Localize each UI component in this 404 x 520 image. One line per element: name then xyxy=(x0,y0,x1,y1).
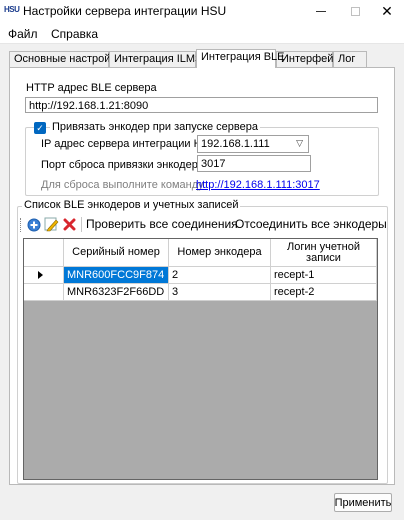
row-header[interactable] xyxy=(24,284,64,301)
grid-header: Серийный номер Номер энкодера Логин учет… xyxy=(24,239,377,267)
close-button[interactable]: ✕ xyxy=(370,0,404,22)
row-pointer-icon xyxy=(38,271,43,279)
check-all-connections-button[interactable]: Проверить все соединения xyxy=(86,217,238,231)
menu-bar: Файл Справка xyxy=(0,22,404,44)
minimize-icon xyxy=(316,10,326,12)
http-address-label: HTTP адрес BLE сервера xyxy=(26,82,157,94)
reset-link[interactable]: http://192.168.1.111:3017 xyxy=(196,179,320,191)
toolbar-separator xyxy=(81,217,82,232)
minimize-button[interactable] xyxy=(304,0,338,22)
cell-login[interactable]: recept-1 xyxy=(271,267,377,284)
grid-corner-header xyxy=(24,239,64,267)
chevron-down-icon: ▽ xyxy=(296,138,303,148)
tab-ble-integration[interactable]: Интеграция BLE xyxy=(196,49,285,68)
cell-encoder[interactable]: 3 xyxy=(169,284,271,301)
table-row[interactable]: MNR600FCC9F874 2 recept-1 xyxy=(24,267,377,284)
cell-serial[interactable]: MNR6323F2F66DD xyxy=(64,284,169,301)
hsu-ip-label: IP адрес сервера интеграции HSU xyxy=(41,138,217,150)
menu-file[interactable]: Файл xyxy=(8,27,38,41)
encoder-toolbar: Проверить все соединения Отсоединить все… xyxy=(18,215,387,235)
column-header-login[interactable]: Логин учетной записи xyxy=(271,239,377,267)
row-header[interactable] xyxy=(24,267,64,284)
maximize-icon xyxy=(350,6,360,16)
delete-button[interactable] xyxy=(61,216,78,233)
reset-hint-label: Для сброса выполните команду: xyxy=(41,179,207,191)
encoder-list-title: Список BLE энкодеров и учетных записей xyxy=(22,199,241,211)
reset-port-label: Порт сброса привязки энкодера: xyxy=(41,159,207,171)
window-title: Настройки сервера интеграции HSU xyxy=(23,4,227,18)
toolbar-grip xyxy=(20,218,22,232)
add-icon xyxy=(27,218,40,231)
cell-encoder[interactable]: 2 xyxy=(169,267,271,284)
tab-log[interactable]: Лог xyxy=(333,51,367,67)
tab-interface[interactable]: Интерфейс xyxy=(276,51,339,67)
hsu-ip-value: 192.168.1.111 xyxy=(201,138,270,150)
disconnect-all-encoders-button[interactable]: Отсоединить все энкодеры xyxy=(235,217,387,231)
apply-button[interactable]: Применить xyxy=(334,493,392,512)
table-row[interactable]: MNR6323F2F66DD 3 recept-2 xyxy=(24,284,377,301)
tab-ilms-integration[interactable]: Интеграция ILMS xyxy=(109,51,202,67)
column-header-encoder[interactable]: Номер энкодера xyxy=(169,239,271,267)
edit-button[interactable] xyxy=(43,216,60,233)
tab-main-settings[interactable]: Основные настройки xyxy=(9,51,121,67)
check-icon: ✓ xyxy=(36,122,44,133)
delete-icon xyxy=(63,218,76,231)
encoder-grid[interactable]: Серийный номер Номер энкодера Логин учет… xyxy=(23,238,378,480)
cell-login[interactable]: recept-2 xyxy=(271,284,377,301)
bind-encoder-label: Привязать энкодер при запуске сервера xyxy=(50,121,260,133)
column-header-serial[interactable]: Серийный номер xyxy=(64,239,169,267)
add-button[interactable] xyxy=(25,216,42,233)
menu-help[interactable]: Справка xyxy=(51,27,98,41)
reset-port-input[interactable]: 3017 xyxy=(197,155,311,172)
http-address-input[interactable]: http://192.168.1.21:8090 xyxy=(25,97,378,113)
app-icon: HSU xyxy=(4,5,20,14)
close-icon: ✕ xyxy=(381,2,393,19)
edit-icon xyxy=(44,217,59,232)
title-bar: HSU Настройки сервера интеграции HSU ✕ xyxy=(0,0,404,22)
bind-encoder-checkbox[interactable]: ✓ xyxy=(34,122,46,134)
cell-serial[interactable]: MNR600FCC9F874 xyxy=(64,267,169,284)
maximize-button[interactable] xyxy=(338,0,372,22)
hsu-ip-select[interactable]: 192.168.1.111 ▽ xyxy=(197,135,309,153)
